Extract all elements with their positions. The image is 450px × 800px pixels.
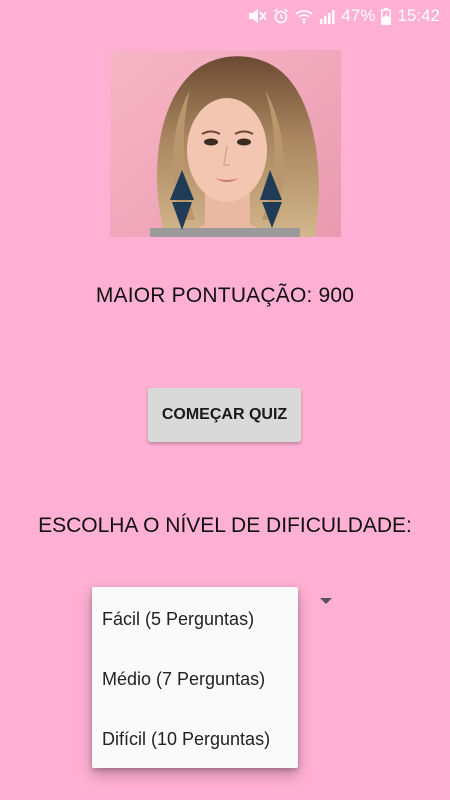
battery-charging-icon (381, 7, 392, 25)
signal-icon (319, 9, 335, 24)
alarm-icon (273, 8, 289, 24)
difficulty-dropdown-menu: Fácil (5 Perguntas) Médio (7 Perguntas) … (92, 587, 298, 768)
difficulty-option-medium[interactable]: Médio (7 Perguntas) (92, 649, 298, 709)
highscore-label: MAIOR PONTUAÇÃO: (95, 284, 313, 307)
highscore-text: MAIOR PONTUAÇÃO: 900 (0, 284, 450, 308)
status-clock: 15:42 (397, 6, 440, 25)
dropdown-arrow-icon[interactable] (320, 598, 332, 604)
wifi-icon (295, 9, 313, 24)
difficulty-label: ESCOLHA O NÍVEL DE DIFICULDADE: (38, 514, 412, 537)
difficulty-option-hard[interactable]: Difícil (10 Perguntas) (92, 709, 298, 769)
battery-percentage: 47% (341, 6, 376, 25)
quiz-home-screen: 47% 15:42 MAIOR PONTUAÇÃO: 900 COMEÇAR Q… (0, 0, 450, 800)
difficulty-option-easy[interactable]: Fácil (5 Perguntas) (92, 589, 298, 649)
mute-icon (247, 8, 268, 24)
highscore-value: 900 (318, 284, 355, 307)
celebrity-portrait-image (110, 50, 341, 237)
start-quiz-button[interactable]: COMEÇAR QUIZ (148, 388, 301, 442)
status-bar: 47% 15:42 (0, 0, 450, 32)
